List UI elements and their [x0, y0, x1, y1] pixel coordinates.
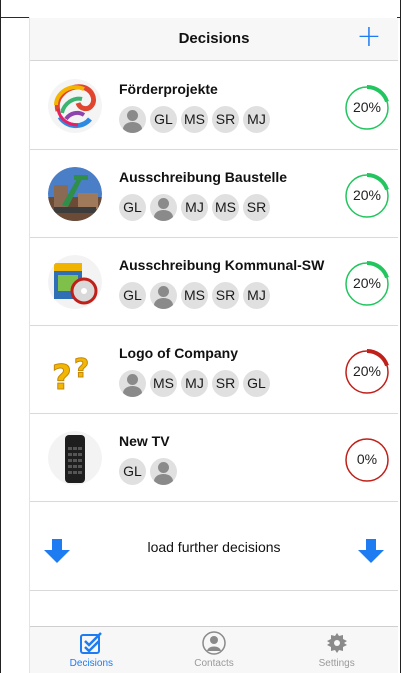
avatar	[150, 458, 177, 485]
avatar: MJ	[181, 194, 208, 221]
avatar	[150, 194, 177, 221]
avatar: MS	[181, 282, 208, 309]
progress-label: 20%	[352, 275, 382, 291]
avatar: MJ	[243, 106, 270, 133]
decision-image	[48, 431, 102, 485]
checklist-icon	[79, 631, 103, 655]
participants: GL MS SR MJ	[119, 282, 270, 309]
progress-label: 20%	[352, 363, 382, 379]
tab-label: Settings	[318, 658, 355, 669]
avatar: GL	[119, 282, 146, 309]
page-title: Decisions	[178, 30, 250, 47]
avatar: GL	[150, 106, 177, 133]
load-more-label: load further decisions	[147, 539, 281, 555]
avatar: GL	[119, 194, 146, 221]
progress-gauge: 20%	[344, 261, 390, 307]
decision-row[interactable]: ? ? Logo of Company MS MJ SR GL 20%	[30, 326, 398, 414]
tab-label: Contacts	[194, 658, 234, 669]
avatar	[119, 106, 146, 133]
progress-gauge: 20%	[344, 173, 390, 219]
progress-gauge: 0%	[344, 437, 390, 483]
decision-image	[48, 167, 102, 221]
progress-label: 0%	[356, 451, 378, 467]
avatar: SR	[212, 106, 239, 133]
avatar: GL	[119, 458, 146, 485]
decision-image	[48, 79, 102, 133]
avatar: SR	[212, 282, 239, 309]
avatar: MJ	[243, 282, 270, 309]
decision-row[interactable]: Förderprojekte GL MS SR MJ 20%	[30, 62, 398, 150]
nav-bar: Decisions +	[30, 18, 398, 61]
avatar: MJ	[181, 370, 208, 397]
avatar: SR	[212, 370, 239, 397]
decision-title: Förderprojekte	[119, 81, 218, 97]
gear-icon	[325, 631, 349, 655]
arrow-down-icon	[358, 539, 384, 563]
tab-label: Decisions	[69, 658, 114, 669]
app-frame: Decisions + Förderprojekte GL MS SR MJ 2…	[0, 0, 401, 673]
decision-title: Ausschreibung Kommunal-SW	[119, 257, 325, 273]
decision-row[interactable]: Ausschreibung Baustelle GL MJ MS SR 20%	[30, 150, 398, 238]
progress-gauge: 20%	[344, 349, 390, 395]
tab-decisions[interactable]: Decisions	[30, 627, 153, 673]
contact-icon	[202, 631, 226, 655]
tab-settings[interactable]: Settings	[275, 627, 398, 673]
progress-label: 20%	[352, 187, 382, 203]
avatar	[119, 370, 146, 397]
svg-text:?: ?	[52, 358, 72, 397]
participants: MS MJ SR GL	[119, 370, 270, 397]
progress-gauge: 20%	[344, 85, 390, 131]
avatar: GL	[243, 370, 270, 397]
avatar: MS	[181, 106, 208, 133]
participants: GL	[119, 458, 177, 485]
avatar: SR	[243, 194, 270, 221]
add-decision-button[interactable]: +	[354, 22, 384, 56]
decision-row[interactable]: New TV GL 0%	[30, 414, 398, 502]
decision-title: Logo of Company	[119, 345, 238, 361]
svg-text:?: ?	[74, 354, 89, 384]
participants: GL MJ MS SR	[119, 194, 270, 221]
decision-row[interactable]: Ausschreibung Kommunal-SW GL MS SR MJ 20…	[30, 238, 398, 326]
decision-image	[48, 255, 102, 309]
decision-title: Ausschreibung Baustelle	[119, 169, 288, 185]
progress-label: 20%	[352, 99, 382, 115]
tab-bar: Decisions Contacts Settings	[30, 626, 398, 673]
participants: GL MS SR MJ	[119, 106, 270, 133]
avatar: MS	[212, 194, 239, 221]
app-screen: Decisions + Förderprojekte GL MS SR MJ 2…	[29, 17, 398, 673]
avatar	[150, 282, 177, 309]
decision-title: New TV	[119, 433, 170, 449]
tab-contacts[interactable]: Contacts	[153, 627, 276, 673]
avatar: MS	[150, 370, 177, 397]
decision-image: ? ?	[48, 343, 102, 397]
load-more-row[interactable]: load further decisions	[30, 503, 398, 591]
